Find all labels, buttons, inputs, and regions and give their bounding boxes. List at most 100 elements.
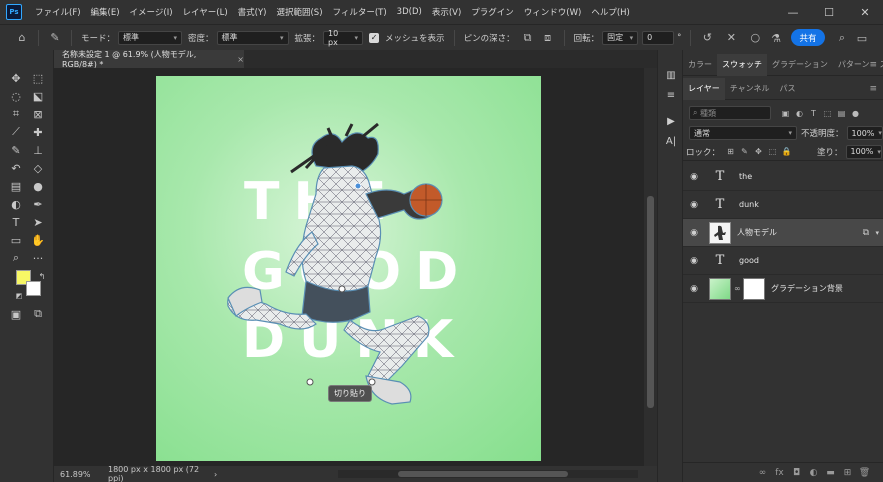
panel-menu-icon[interactable]: ≡ xyxy=(869,60,877,70)
crop-tool-icon[interactable]: ⌗ xyxy=(7,106,25,122)
fill-input[interactable]: 100% ▾ xyxy=(845,144,882,159)
menu-type[interactable]: 書式(Y) xyxy=(233,6,272,18)
smart-object-filter-icon[interactable]: ▤ xyxy=(835,109,848,118)
visibility-eye-icon[interactable]: ◉ xyxy=(683,228,705,238)
filter-toggle-icon[interactable]: ● xyxy=(849,109,862,118)
tab-patterns[interactable]: パターン xyxy=(833,54,875,76)
panel-menu-icon[interactable]: ≡ xyxy=(869,84,877,94)
visibility-eye-icon[interactable]: ◉ xyxy=(683,200,705,210)
layer-kind-filter[interactable]: ⌕ 種類 xyxy=(689,106,771,120)
brush-tool-icon[interactable]: ✎ xyxy=(7,142,25,158)
menu-help[interactable]: ヘルプ(H) xyxy=(586,6,635,18)
tab-channels[interactable]: チャンネル xyxy=(725,78,775,100)
vertical-scrollbar-thumb[interactable] xyxy=(647,196,654,408)
layer-style-icon[interactable]: fx xyxy=(771,468,788,478)
close-window-button[interactable]: ✕ xyxy=(847,0,883,24)
shape-filter-icon[interactable]: ⬚ xyxy=(821,109,834,118)
close-tab-icon[interactable]: × xyxy=(237,55,244,64)
path-select-tool-icon[interactable]: ➤ xyxy=(29,214,47,230)
lock-artboard-icon[interactable]: ⬚ xyxy=(766,147,779,156)
type-filter-icon[interactable]: T xyxy=(807,109,820,118)
menu-image[interactable]: イメージ(I) xyxy=(125,6,178,18)
hand-tool-icon[interactable]: ✋ xyxy=(29,232,47,248)
gradient-tool-icon[interactable]: ▤ xyxy=(7,178,25,194)
mask-link-icon[interactable]: ∞ xyxy=(734,284,742,293)
blur-tool-icon[interactable]: ● xyxy=(29,178,47,194)
pin-backward-icon[interactable]: ⧈ xyxy=(538,28,558,48)
horizontal-scrollbar[interactable] xyxy=(338,470,638,478)
cut-button[interactable]: 切り貼り xyxy=(328,385,372,402)
eraser-tool-icon[interactable]: ◇ xyxy=(29,160,47,176)
mask-thumbnail[interactable] xyxy=(743,277,765,300)
more-tools-icon[interactable]: ··· xyxy=(29,250,47,266)
visibility-eye-icon[interactable]: ◉ xyxy=(683,256,705,266)
zoom-tool-icon[interactable]: ⌕ xyxy=(7,250,25,266)
marquee-tool-icon[interactable]: ⬚ xyxy=(29,70,47,86)
lasso-tool-icon[interactable]: ◌ xyxy=(7,88,25,104)
horizontal-scrollbar-thumb[interactable] xyxy=(398,471,568,477)
show-mesh-checkbox[interactable]: ✓ xyxy=(369,32,380,43)
lock-all-icon[interactable]: 🔒 xyxy=(780,147,793,156)
canvas-area[interactable]: THE GOOD DUNK xyxy=(54,68,644,466)
tab-layers[interactable]: レイヤー xyxy=(683,77,725,100)
play-icon[interactable]: ▶ xyxy=(662,112,680,130)
menu-view[interactable]: 表示(V) xyxy=(427,6,466,18)
zoom-level[interactable]: 61.89% xyxy=(54,470,104,479)
pen-tool-icon[interactable]: ✒ xyxy=(29,196,47,212)
flask-icon[interactable]: ⚗ xyxy=(766,28,786,48)
lock-position-icon[interactable]: ✥ xyxy=(752,147,765,156)
vertical-scrollbar[interactable] xyxy=(644,68,657,466)
type-tool-icon[interactable]: T xyxy=(7,214,25,230)
mode-select[interactable]: 標準 ▾ xyxy=(118,30,183,45)
add-mask-icon[interactable]: ◘ xyxy=(788,468,805,478)
adjustment-filter-icon[interactable]: ◐ xyxy=(793,109,806,118)
cancel-icon[interactable]: ✕ xyxy=(721,28,741,48)
move-tool-icon[interactable]: ✥ xyxy=(7,70,25,86)
workspace-icon[interactable]: ▭ xyxy=(852,28,872,48)
menu-file[interactable]: ファイル(F) xyxy=(30,6,86,18)
layer-row-the[interactable]: ◉ T the xyxy=(683,163,883,191)
menu-layer[interactable]: レイヤー(L) xyxy=(178,6,233,18)
menu-3d[interactable]: 3D(D) xyxy=(392,7,427,17)
adjustments-icon[interactable]: ≡ xyxy=(662,86,680,104)
delete-layer-icon[interactable]: 🗑 xyxy=(856,468,873,478)
default-colors-icon[interactable]: ◩ xyxy=(10,288,28,304)
menu-edit[interactable]: 編集(E) xyxy=(86,6,125,18)
minimize-button[interactable]: — xyxy=(775,0,811,24)
status-arrow-icon[interactable]: › xyxy=(214,470,217,479)
pixel-filter-icon[interactable]: ▣ xyxy=(779,109,792,118)
chevron-down-icon[interactable]: ▾ xyxy=(875,229,879,237)
artboard[interactable]: THE GOOD DUNK xyxy=(156,76,541,461)
expand-input[interactable]: 10 px ▾ xyxy=(323,29,364,47)
tab-gradients[interactable]: グラデーション xyxy=(767,54,833,76)
blend-mode-select[interactable]: 通常 ▾ xyxy=(689,126,797,140)
puppet-warp-figure[interactable] xyxy=(156,76,541,461)
menu-select[interactable]: 選択範囲(S) xyxy=(271,6,327,18)
character-icon[interactable]: A| xyxy=(662,132,680,150)
menu-filter[interactable]: フィルター(T) xyxy=(328,6,392,18)
opacity-input[interactable]: 100% ▾ xyxy=(846,126,883,140)
frame-tool-icon[interactable]: ⊠ xyxy=(29,106,47,122)
healing-brush-tool-icon[interactable]: ✚ xyxy=(29,124,47,140)
search-icon[interactable]: ⌕ xyxy=(832,28,852,48)
rectangle-tool-icon[interactable]: ▭ xyxy=(7,232,25,248)
maximize-button[interactable]: ☐ xyxy=(811,0,847,24)
pin-forward-icon[interactable]: ⧉ xyxy=(518,28,538,48)
tab-swatches[interactable]: スウォッチ xyxy=(717,53,767,76)
tab-paths[interactable]: パス xyxy=(775,78,801,100)
swap-colors-icon[interactable]: ↰ xyxy=(33,268,51,284)
puppet-pin-tool-icon[interactable]: ✎ xyxy=(45,28,65,48)
eyedropper-tool-icon[interactable]: ⟋ xyxy=(7,124,25,140)
new-group-icon[interactable]: ▬ xyxy=(822,468,839,478)
density-select[interactable]: 標準 ▾ xyxy=(216,30,289,45)
layer-row-person-model[interactable]: ◉ 人物モデル ⧉ ▾ xyxy=(683,219,883,247)
document-tab[interactable]: 名称未設定 1 @ 61.9% (人物モデル, RGB/8#) * × xyxy=(54,50,244,69)
layer-row-dunk[interactable]: ◉ T dunk xyxy=(683,191,883,219)
lock-image-icon[interactable]: ✎ xyxy=(738,147,751,156)
layer-row-gradient-background[interactable]: ◉ ∞ グラデーション背景 xyxy=(683,275,883,303)
menu-window[interactable]: ウィンドウ(W) xyxy=(519,6,587,18)
screen-mode-icon[interactable]: ⧉ xyxy=(29,306,47,322)
reset-icon[interactable]: ↺ xyxy=(697,28,717,48)
quick-mask-icon[interactable]: ▣ xyxy=(7,306,25,322)
commit-icon[interactable]: ○ xyxy=(745,28,765,48)
